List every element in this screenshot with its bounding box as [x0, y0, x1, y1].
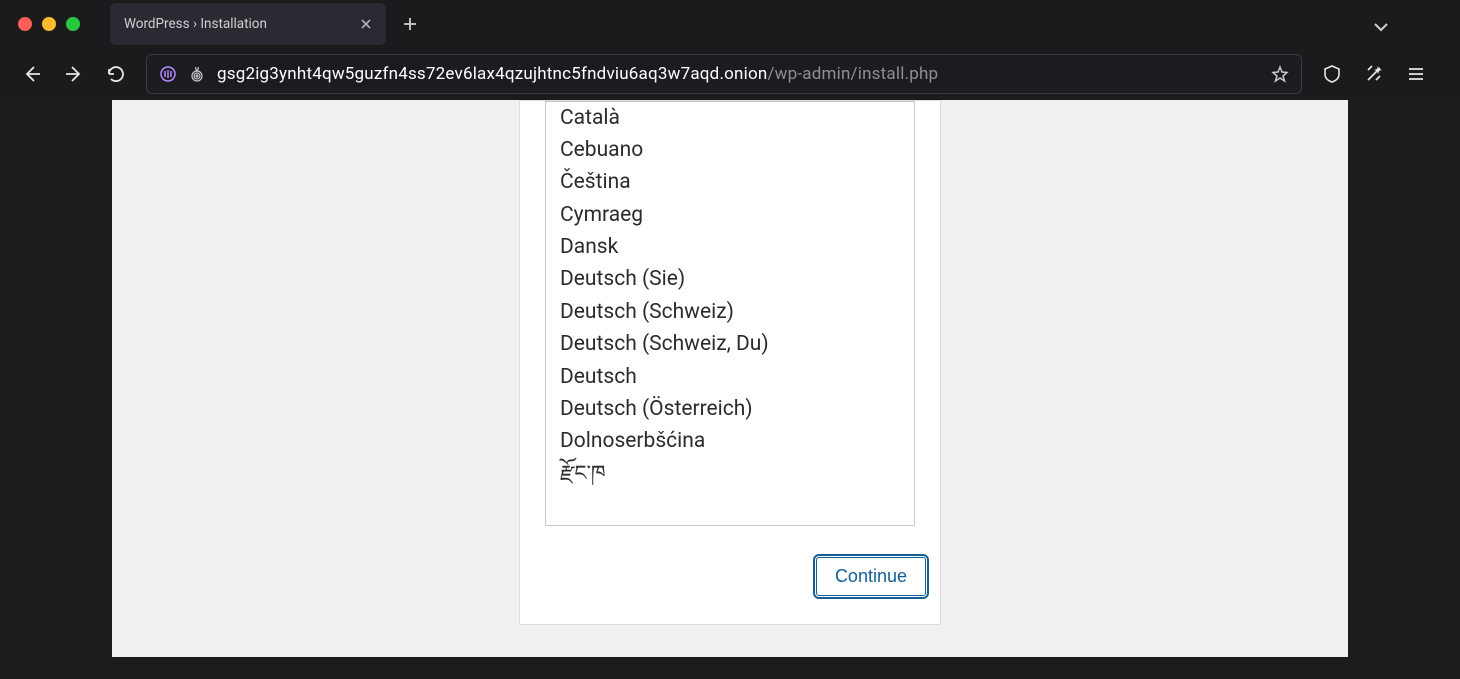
language-option[interactable]: Deutsch (Schweiz, Du) [560, 329, 900, 361]
tab-title: WordPress › Installation [124, 16, 267, 32]
language-option[interactable]: Deutsch [560, 361, 900, 393]
reload-button[interactable] [104, 62, 128, 86]
url-path: /wp-admin/install.php [767, 64, 938, 84]
maximize-window-button[interactable] [66, 17, 80, 31]
language-option[interactable] [560, 491, 900, 523]
language-option[interactable]: Cebuano [560, 134, 900, 166]
nav-bar: gsg2ig3ynht4qw5guzfn4ss72ev6lax4qzujhtnc… [0, 48, 1460, 100]
bookmark-icon[interactable] [1271, 65, 1289, 83]
viewport: CatalàCebuanoČeštinaCymraegDanskDeutsch … [0, 100, 1460, 679]
tabs-dropdown-icon[interactable] [1372, 18, 1390, 36]
tor-circuit-icon[interactable] [159, 65, 177, 83]
browser-tab[interactable]: WordPress › Installation [110, 3, 386, 45]
url-host: gsg2ig3ynht4qw5guzfn4ss72ev6lax4qzujhtnc… [217, 64, 767, 84]
minimize-window-button[interactable] [42, 17, 56, 31]
language-option[interactable]: Ελληνικά [560, 523, 900, 526]
tab-bar: WordPress › Installation [0, 0, 1460, 48]
language-option[interactable]: Dansk [560, 232, 900, 264]
language-select[interactable]: CatalàCebuanoČeštinaCymraegDanskDeutsch … [545, 101, 915, 526]
language-option[interactable]: རྫོང་ཁ [560, 458, 900, 490]
onion-site-icon[interactable] [189, 66, 205, 82]
language-option[interactable]: Čeština [560, 167, 900, 199]
back-button[interactable] [20, 62, 44, 86]
toolbar-right [1320, 62, 1428, 86]
torify-icon[interactable] [1362, 62, 1386, 86]
language-option[interactable]: Català [560, 102, 900, 134]
language-option[interactable]: Deutsch (Schweiz) [560, 296, 900, 328]
shield-icon[interactable] [1320, 62, 1344, 86]
address-bar[interactable]: gsg2ig3ynht4qw5guzfn4ss72ev6lax4qzujhtnc… [146, 54, 1302, 94]
continue-button[interactable]: Continue [816, 557, 926, 596]
window-controls [18, 17, 80, 31]
page-background: CatalàCebuanoČeštinaCymraegDanskDeutsch … [112, 100, 1348, 657]
close-tab-icon[interactable] [360, 18, 372, 30]
forward-button[interactable] [62, 62, 86, 86]
language-option[interactable]: Deutsch (Sie) [560, 264, 900, 296]
new-tab-button[interactable] [402, 16, 432, 32]
language-option[interactable]: Deutsch (Österreich) [560, 394, 900, 426]
language-option[interactable]: Cymraeg [560, 199, 900, 231]
menu-button[interactable] [1404, 62, 1428, 86]
url-text: gsg2ig3ynht4qw5guzfn4ss72ev6lax4qzujhtnc… [217, 64, 938, 84]
language-option[interactable]: Dolnoserbšćina [560, 426, 900, 458]
browser-chrome: WordPress › Installation [0, 0, 1460, 100]
install-panel: CatalàCebuanoČeštinaCymraegDanskDeutsch … [519, 100, 941, 625]
close-window-button[interactable] [18, 17, 32, 31]
